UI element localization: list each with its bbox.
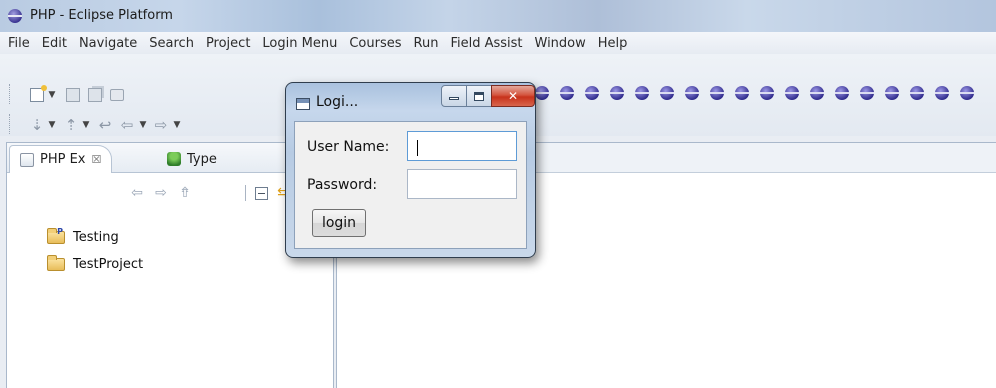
menu-run[interactable]: Run bbox=[408, 36, 445, 51]
back-arrow-icon: ⇦ bbox=[131, 185, 143, 201]
menu-help[interactable]: Help bbox=[592, 36, 634, 51]
tree-item-label: TestProject bbox=[73, 256, 144, 272]
maximize-button[interactable] bbox=[466, 85, 492, 107]
print-icon bbox=[110, 89, 124, 101]
tree-item-testing[interactable]: P Testing bbox=[47, 227, 119, 247]
next-annotation-chevron-icon[interactable]: ▼ bbox=[47, 116, 57, 134]
save-all-icon bbox=[88, 88, 102, 102]
new-wizard-button[interactable] bbox=[28, 85, 47, 104]
view-forward-button[interactable]: ⇨ bbox=[151, 183, 171, 203]
collapse-all-button[interactable] bbox=[251, 183, 271, 203]
php-globe-icon[interactable] bbox=[685, 86, 699, 100]
forward-arrow-icon: ⇨ bbox=[154, 116, 168, 134]
back-button[interactable]: ⇦ bbox=[118, 116, 136, 134]
php-globe-icon[interactable] bbox=[860, 86, 874, 100]
window-title-bar[interactable]: PHP - Eclipse Platform bbox=[0, 0, 996, 32]
previous-annotation-chevron-icon[interactable]: ▼ bbox=[81, 116, 91, 134]
php-globe-icon[interactable] bbox=[635, 86, 649, 100]
menu-courses[interactable]: Courses bbox=[343, 36, 407, 51]
php-globe-icon[interactable] bbox=[535, 86, 549, 100]
folder-icon bbox=[47, 254, 65, 271]
php-globe-icon[interactable] bbox=[735, 86, 749, 100]
dialog-content: User Name: Password: login bbox=[294, 121, 527, 249]
view-back-button[interactable]: ⇦ bbox=[127, 183, 147, 203]
save-icon bbox=[66, 88, 80, 102]
forward-arrow-icon: ⇨ bbox=[155, 185, 167, 201]
php-globe-icon[interactable] bbox=[785, 86, 799, 100]
menu-project[interactable]: Project bbox=[200, 36, 256, 51]
username-label: User Name: bbox=[307, 139, 390, 155]
close-tab-icon[interactable]: ☒ bbox=[92, 153, 102, 166]
php-globe-icon[interactable] bbox=[835, 86, 849, 100]
forward-dropdown-chevron-icon[interactable]: ▼ bbox=[172, 116, 182, 134]
php-globe-icon[interactable] bbox=[610, 86, 624, 100]
next-annotation-icon: ⇣ bbox=[30, 116, 44, 134]
php-globe-icon[interactable] bbox=[760, 86, 774, 100]
php-globe-icon[interactable] bbox=[810, 86, 824, 100]
save-button[interactable] bbox=[64, 86, 82, 104]
php-globe-icon[interactable] bbox=[960, 86, 974, 100]
php-globe-icon[interactable] bbox=[660, 86, 674, 100]
maximize-icon bbox=[474, 91, 484, 101]
window-icon bbox=[296, 98, 310, 110]
password-label: Password: bbox=[307, 177, 378, 193]
php-globe-icon[interactable] bbox=[910, 86, 924, 100]
php-globe-icon[interactable] bbox=[935, 86, 949, 100]
menu-edit[interactable]: Edit bbox=[36, 36, 73, 51]
view-up-button[interactable]: ⇮ bbox=[175, 183, 195, 203]
type-hierarchy-icon bbox=[167, 152, 181, 166]
close-icon: ✕ bbox=[507, 89, 519, 103]
tab-label: Type bbox=[187, 151, 217, 167]
collapse-all-icon bbox=[254, 186, 268, 200]
previous-annotation-icon: ⇡ bbox=[64, 116, 78, 134]
back-dropdown-chevron-icon[interactable]: ▼ bbox=[138, 116, 148, 134]
php-globe-icon[interactable] bbox=[585, 86, 599, 100]
menu-file[interactable]: File bbox=[2, 36, 36, 51]
menu-navigate[interactable]: Navigate bbox=[73, 36, 143, 51]
text-caret bbox=[417, 140, 418, 156]
last-edit-button[interactable]: ↩ bbox=[96, 116, 114, 134]
window-title: PHP - Eclipse Platform bbox=[30, 8, 173, 23]
login-dialog: Logi... ✕ User Name: Password: login bbox=[285, 82, 536, 258]
print-button[interactable] bbox=[108, 86, 126, 104]
tab-label: PHP Ex bbox=[40, 152, 86, 167]
php-globe-icon[interactable] bbox=[710, 86, 724, 100]
toolbar-grip[interactable] bbox=[9, 114, 12, 134]
menu-bar: File Edit Navigate Search Project Login … bbox=[0, 32, 996, 54]
tab-php-explorer[interactable]: PHP Ex ☒ bbox=[9, 145, 113, 173]
username-input[interactable] bbox=[407, 131, 517, 161]
menu-window[interactable]: Window bbox=[529, 36, 592, 51]
tab-type-hierarchy[interactable]: Type bbox=[157, 145, 227, 173]
php-globe-icon[interactable] bbox=[885, 86, 899, 100]
new-dropdown-chevron-icon[interactable]: ▼ bbox=[47, 86, 57, 104]
menu-field-assist[interactable]: Field Assist bbox=[444, 36, 528, 51]
new-icon bbox=[30, 85, 47, 102]
close-button[interactable]: ✕ bbox=[491, 85, 535, 107]
minimize-button[interactable] bbox=[441, 85, 467, 107]
last-edit-icon: ↩ bbox=[98, 116, 112, 134]
up-folder-icon: ⇮ bbox=[179, 185, 191, 201]
next-annotation-button[interactable]: ⇣ bbox=[28, 116, 46, 134]
toolbar-separator bbox=[245, 185, 246, 201]
minimize-icon bbox=[449, 97, 459, 100]
forward-button[interactable]: ⇨ bbox=[152, 116, 170, 134]
php-globe-icon[interactable] bbox=[560, 86, 574, 100]
hierarchy-icon bbox=[20, 152, 34, 167]
previous-annotation-button[interactable]: ⇡ bbox=[62, 116, 80, 134]
eclipse-app-icon bbox=[8, 9, 22, 23]
back-arrow-icon: ⇦ bbox=[120, 116, 134, 134]
tree-item-label: Testing bbox=[73, 229, 119, 245]
login-button[interactable]: login bbox=[312, 209, 366, 237]
dialog-title: Logi... bbox=[316, 94, 359, 110]
tree-item-testproject[interactable]: TestProject bbox=[47, 254, 143, 274]
menu-search[interactable]: Search bbox=[143, 36, 200, 51]
toolbar-grip[interactable] bbox=[9, 84, 12, 104]
menu-login-menu[interactable]: Login Menu bbox=[256, 36, 343, 51]
php-project-folder-icon: P bbox=[47, 227, 65, 244]
save-all-button[interactable] bbox=[86, 86, 104, 104]
password-input[interactable] bbox=[407, 169, 517, 199]
